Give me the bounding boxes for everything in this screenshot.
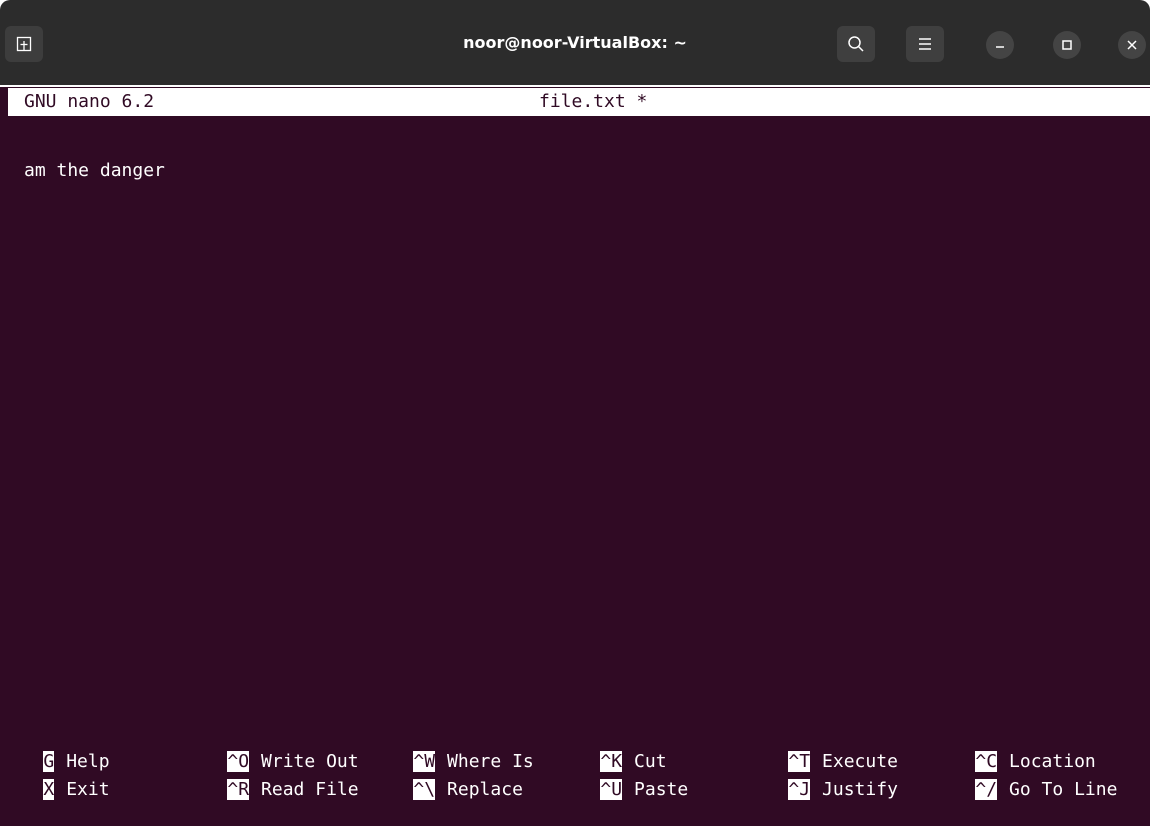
maximize-icon: [1062, 40, 1072, 50]
nano-version: GNU nano 6.2: [24, 91, 155, 112]
shortcut-justify: ^J Justify: [788, 779, 898, 800]
shortcut-replace: ^\ Replace: [413, 779, 523, 800]
new-tab-button[interactable]: [5, 26, 43, 62]
header-bar: noor@noor-VirtualBox: ~: [0, 0, 1150, 85]
nano-filename: file.txt *: [539, 91, 648, 112]
search-button[interactable]: [837, 26, 875, 62]
search-icon: [848, 36, 864, 52]
nano-title-bar: GNU nano 6.2 file.txt *: [8, 88, 1150, 116]
shortcut-where-is: ^W Where Is: [413, 751, 534, 772]
minimize-button[interactable]: [986, 31, 1014, 59]
shortcut-help-bar: G Help ^O Write Out ^W Where Is ^K Cut ^T Exe…: [0, 726, 1150, 800]
window-titlebar: noor@noor-VirtualBox: ~: [0, 0, 1150, 87]
hamburger-menu-icon: [919, 38, 931, 50]
shortcut-exit: X Exit: [43, 779, 110, 800]
shortcut-location: ^C Location: [975, 751, 1096, 772]
editor-text-area[interactable]: am the danger: [24, 118, 165, 202]
minimize-icon: [996, 46, 1004, 48]
shortcut-paste: ^U Paste: [600, 779, 689, 800]
shortcut-go-to-line: ^/Go To Line: [975, 779, 1118, 800]
shortcut-help: G Help: [43, 751, 110, 772]
shortcut-execute: ^T Execute: [788, 751, 898, 772]
window-title: noor@noor-VirtualBox: ~: [463, 33, 687, 52]
close-button[interactable]: [1118, 31, 1146, 59]
menu-button[interactable]: [906, 26, 944, 62]
shortcut-cut: ^K Cut: [600, 751, 667, 772]
new-tab-icon: [16, 36, 32, 52]
editor-line: am the danger: [24, 160, 165, 181]
shortcut-read-file: ^R Read File: [227, 779, 359, 800]
maximize-button[interactable]: [1053, 31, 1081, 59]
close-icon: [1127, 40, 1137, 50]
shortcut-write-out: ^O Write Out: [227, 751, 359, 772]
